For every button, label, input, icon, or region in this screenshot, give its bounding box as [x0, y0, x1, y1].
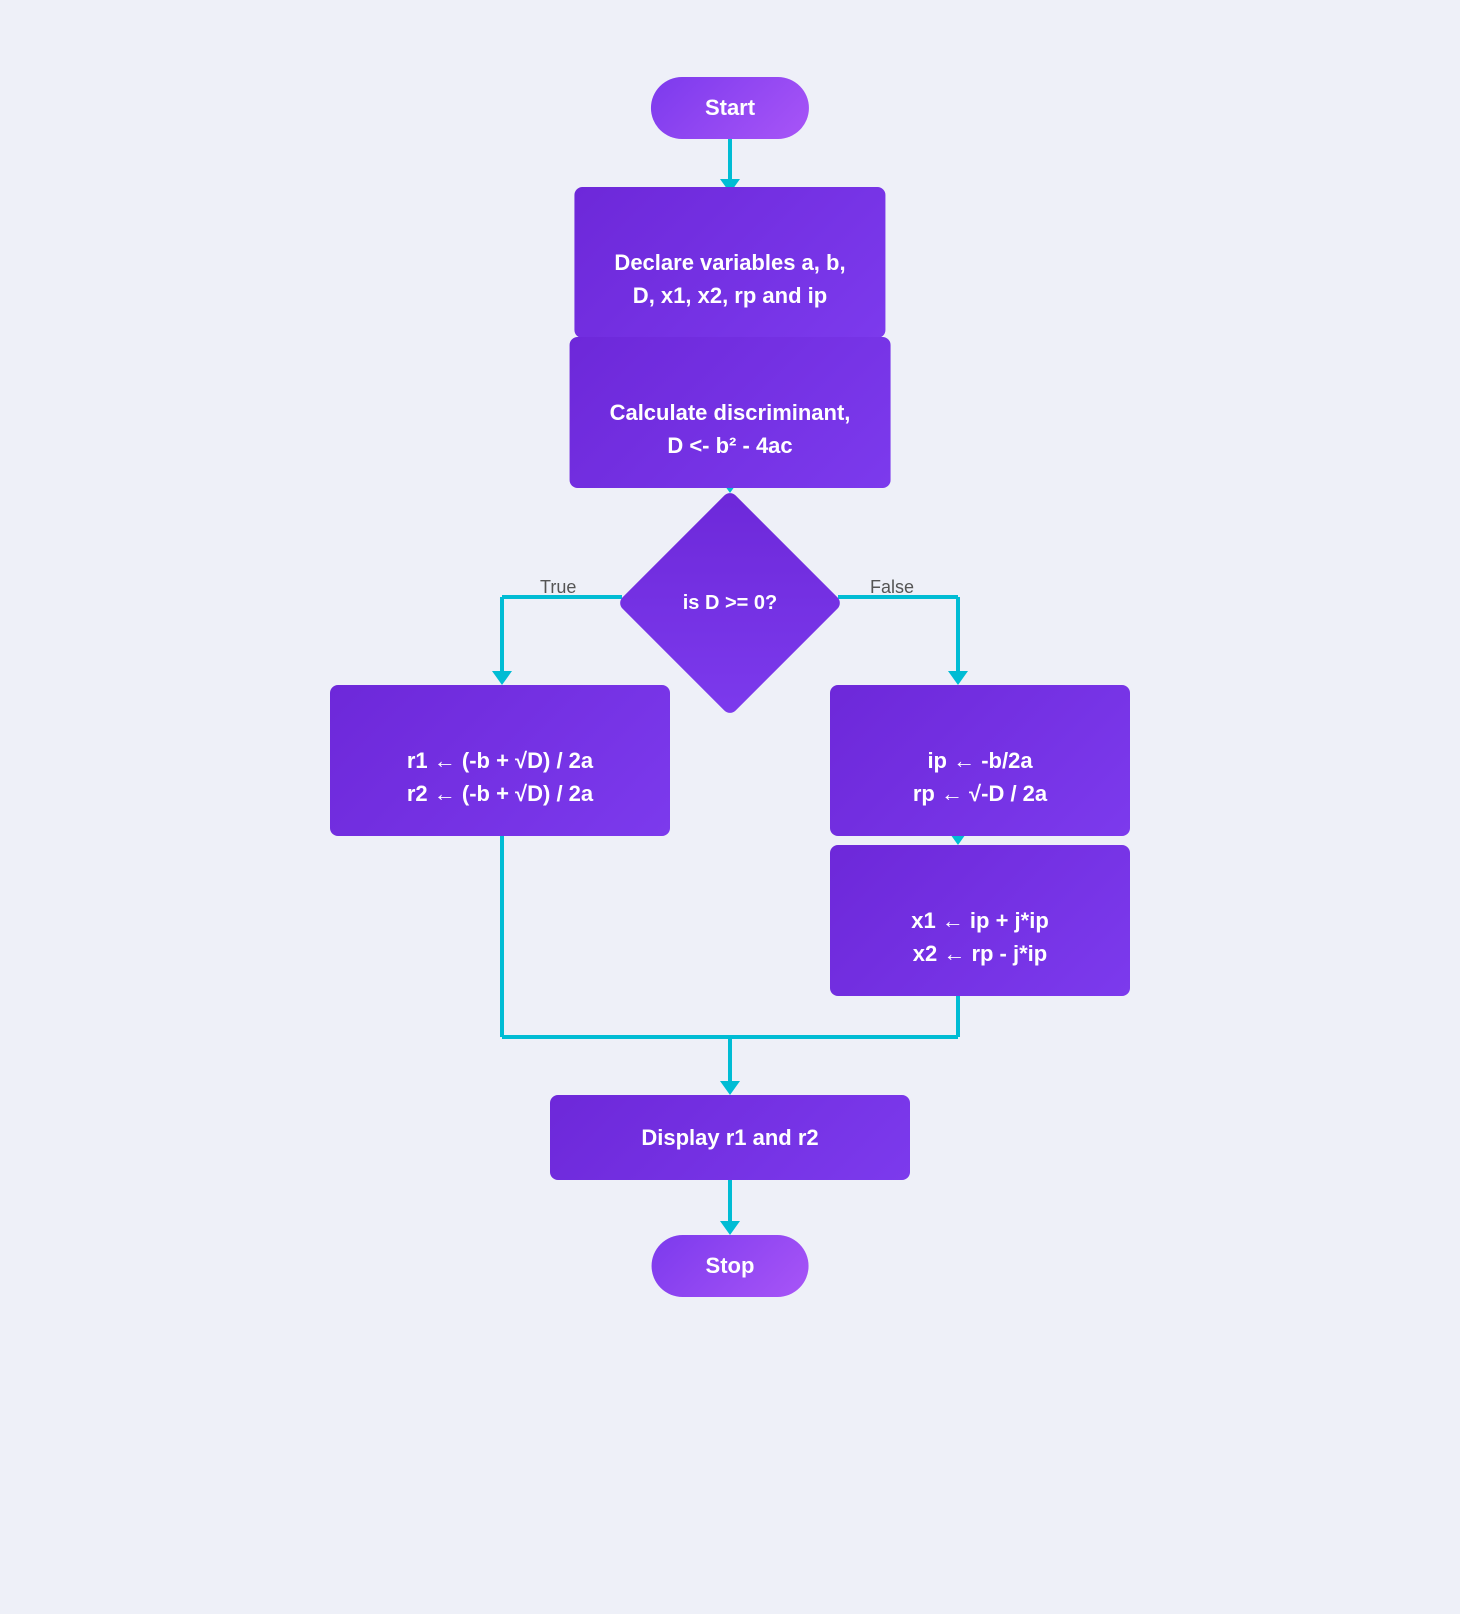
false-label: False	[870, 577, 914, 598]
true-label: True	[540, 577, 576, 598]
display-node: Display r1 and r2	[550, 1095, 910, 1180]
complex-part2-node: x1 ← ip + j*ip x2 ← rp - j*ip	[830, 845, 1130, 996]
calc-disc-node: Calculate discriminant, D <- b² - 4ac	[570, 337, 891, 488]
start-node: Start	[651, 77, 809, 139]
real-roots-node: r1 ← (-b + √D) / 2a r2 ← (-b + √D) / 2a	[330, 685, 670, 836]
complex-part1-node: ip ← -b/2a rp ← √-D / 2a	[830, 685, 1130, 836]
flowchart: Start Declare variables a, b, D, x1, x2,…	[280, 57, 1180, 1557]
declare-node: Declare variables a, b, D, x1, x2, rp an…	[574, 187, 885, 338]
stop-node: Stop	[652, 1235, 809, 1297]
decision-node: is D >= 0?	[620, 493, 840, 713]
